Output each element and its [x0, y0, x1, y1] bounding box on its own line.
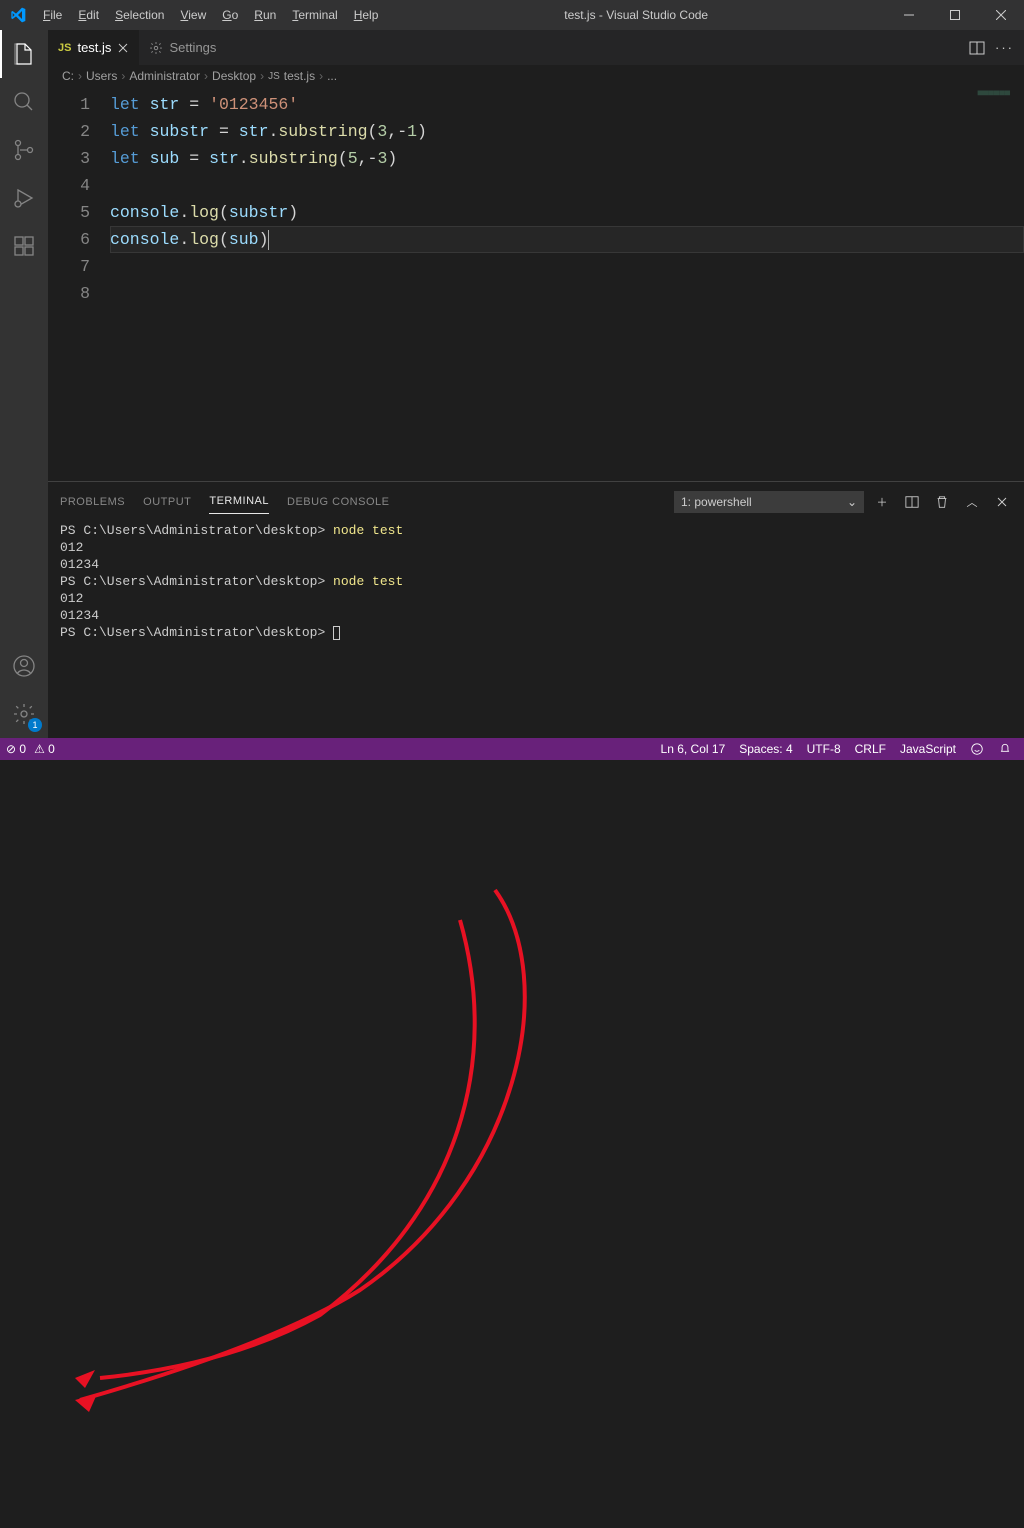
tab-test-js[interactable]: JS test.js [48, 30, 139, 65]
line-numbers: 12345678 [48, 87, 110, 481]
status-errors[interactable]: ⊘ 0 [6, 742, 26, 756]
activity-bar: 1 [0, 30, 48, 738]
title-bar: File Edit Selection View Go Run Terminal… [0, 0, 1024, 30]
menu-run[interactable]: Run [246, 8, 284, 22]
status-warnings[interactable]: ⚠ 0 [34, 742, 55, 756]
close-button[interactable] [978, 0, 1024, 30]
activity-scm[interactable] [0, 126, 48, 174]
menu-edit[interactable]: Edit [70, 8, 107, 22]
activity-settings[interactable]: 1 [0, 690, 48, 738]
code-editor[interactable]: 12345678 ▀▀▀▀▀▀ let str = '0123456'let s… [48, 87, 1024, 481]
maximize-button[interactable] [932, 0, 978, 30]
activity-search[interactable] [0, 78, 48, 126]
kill-terminal-icon[interactable] [930, 490, 954, 514]
minimize-button[interactable] [886, 0, 932, 30]
annotation-overlay [0, 760, 1024, 1528]
status-language[interactable]: JavaScript [900, 742, 956, 756]
terminal-selector[interactable]: 1: powershell⌄ [674, 491, 864, 513]
gear-icon [149, 41, 163, 55]
panel-tabs: PROBLEMS OUTPUT TERMINAL DEBUG CONSOLE 1… [48, 482, 1024, 514]
activity-accounts[interactable] [0, 642, 48, 690]
terminal-content[interactable]: PS C:\Users\Administrator\desktop> node … [48, 514, 1024, 738]
split-terminal-icon[interactable] [900, 490, 924, 514]
activity-debug[interactable] [0, 174, 48, 222]
panel-tab-terminal[interactable]: TERMINAL [209, 495, 269, 514]
settings-badge: 1 [28, 718, 42, 732]
window-title: test.js - Visual Studio Code [386, 8, 886, 22]
panel-tab-output[interactable]: OUTPUT [143, 496, 191, 514]
code-content[interactable]: ▀▀▀▀▀▀ let str = '0123456'let substr = s… [110, 87, 1024, 481]
menu-go[interactable]: Go [214, 8, 246, 22]
status-bar: ⊘ 0 ⚠ 0 Ln 6, Col 17 Spaces: 4 UTF-8 CRL… [0, 738, 1024, 760]
tab-label: test.js [77, 40, 111, 55]
menu-bar: File Edit Selection View Go Run Terminal… [35, 8, 386, 22]
feedback-icon[interactable] [970, 742, 984, 756]
menu-terminal[interactable]: Terminal [284, 8, 345, 22]
panel-tab-debug[interactable]: DEBUG CONSOLE [287, 496, 389, 514]
menu-view[interactable]: View [172, 8, 214, 22]
notifications-icon[interactable] [998, 742, 1012, 756]
panel-tab-problems[interactable]: PROBLEMS [60, 496, 125, 514]
activity-extensions[interactable] [0, 222, 48, 270]
status-encoding[interactable]: UTF-8 [807, 742, 841, 756]
activity-explorer[interactable] [0, 30, 48, 78]
split-editor-icon[interactable] [969, 40, 985, 56]
editor-tabs: JS test.js Settings ··· [48, 30, 1024, 65]
tab-label: Settings [169, 40, 216, 55]
maximize-panel-icon[interactable]: ︿ [960, 490, 984, 514]
tab-settings[interactable]: Settings [139, 30, 226, 65]
js-icon: JS [58, 42, 71, 54]
menu-help[interactable]: Help [346, 8, 387, 22]
minimap[interactable]: ▀▀▀▀▀▀ [920, 91, 1010, 191]
js-icon: JS [268, 71, 280, 82]
more-icon[interactable]: ··· [995, 40, 1014, 55]
status-eol[interactable]: CRLF [855, 742, 886, 756]
status-spaces[interactable]: Spaces: 4 [739, 742, 792, 756]
menu-file[interactable]: File [35, 8, 70, 22]
breadcrumbs[interactable]: C:› Users› Administrator› Desktop› JS te… [48, 65, 1024, 87]
close-panel-icon[interactable] [990, 490, 1014, 514]
status-ln-col[interactable]: Ln 6, Col 17 [661, 742, 726, 756]
menu-selection[interactable]: Selection [107, 8, 172, 22]
window-controls [886, 0, 1024, 30]
close-icon[interactable] [117, 42, 129, 54]
editor-area: JS test.js Settings ··· C:› Users› Admin… [48, 30, 1024, 738]
vscode-logo-icon [0, 7, 35, 23]
new-terminal-icon[interactable]: ＋ [870, 490, 894, 514]
chevron-down-icon: ⌄ [847, 495, 857, 509]
panel: PROBLEMS OUTPUT TERMINAL DEBUG CONSOLE 1… [48, 481, 1024, 738]
